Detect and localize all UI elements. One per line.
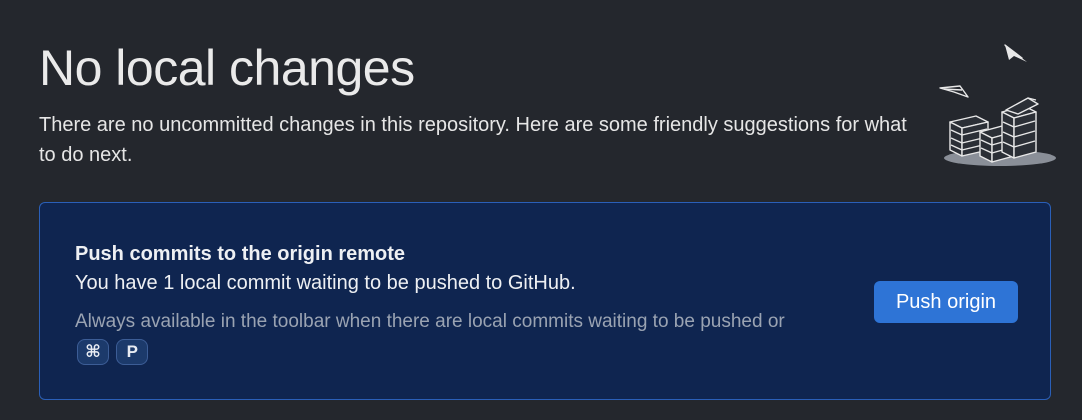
p-key-badge: P bbox=[116, 338, 149, 365]
page-subtitle: There are no uncommitted changes in this… bbox=[39, 114, 907, 166]
paper-stacks-illustration-icon bbox=[932, 40, 1056, 170]
page-title: No local changes bbox=[39, 40, 415, 96]
push-suggestion-title: Push commits to the origin remote bbox=[75, 243, 406, 265]
push-hint-text: Always available in the toolbar when the… bbox=[75, 311, 785, 332]
push-suggestion-hint: Always available in the toolbar when the… bbox=[75, 307, 815, 367]
push-origin-button[interactable]: Push origin bbox=[874, 281, 1018, 323]
no-changes-header: No local changes There are no uncommitte… bbox=[39, 40, 1053, 170]
push-suggestion-card: Push commits to the origin remote You ha… bbox=[39, 202, 1051, 400]
push-suggestion-text: Push commits to the origin remote You ha… bbox=[75, 241, 815, 367]
push-suggestion-description: You have 1 local commit waiting to be pu… bbox=[75, 272, 576, 294]
command-key-icon: ⌘ bbox=[77, 338, 109, 365]
